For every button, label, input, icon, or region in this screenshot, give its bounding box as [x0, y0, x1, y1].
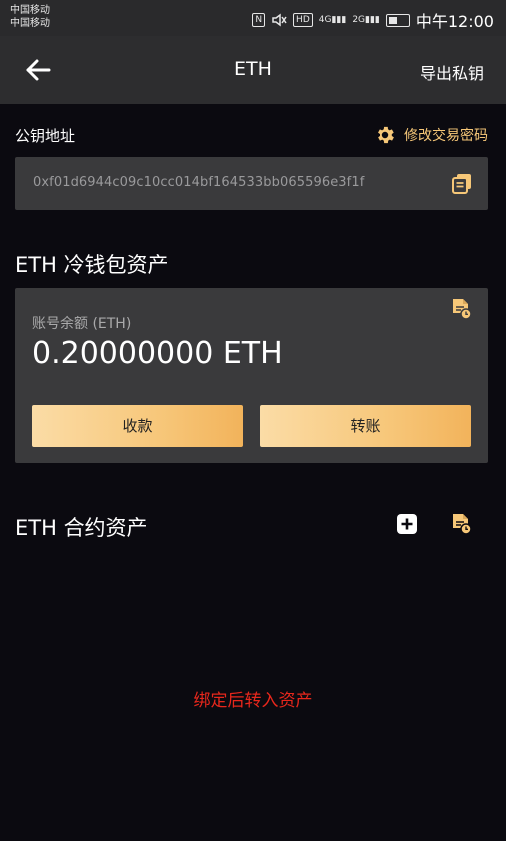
mute-icon — [272, 13, 287, 27]
signal-icon-2: 2G▮▮▮ — [352, 15, 380, 25]
cold-wallet-card: 账号余额 (ETH) 0.20000000 ETH 收款 转账 — [15, 288, 488, 463]
hd-icon: HD — [293, 13, 313, 27]
status-bar: 中国移动 中国移动 N HD 4G▮▮▮ 2G▮▮▮ 中午12:00 — [0, 0, 506, 36]
empty-assets-hint: 绑定后转入资产 — [193, 691, 313, 711]
contract-record-icon[interactable] — [450, 513, 472, 535]
address-box: 0xf01d6944c09c10cc014bf164533bb065596e3f… — [15, 157, 488, 210]
nfc-icon: N — [252, 13, 266, 27]
change-password-label: 修改交易密码 — [404, 128, 488, 144]
wallet-address: 0xf01d6944c09c10cc014bf164533bb065596e3f… — [33, 175, 365, 190]
carrier-info: 中国移动 中国移动 — [10, 4, 50, 30]
public-key-label: 公钥地址 — [15, 127, 76, 145]
add-icon[interactable] — [397, 514, 417, 534]
battery-icon — [385, 13, 410, 27]
signal-icon-1: 4G▮▮▮ — [318, 15, 347, 25]
arrow-left-icon[interactable] — [22, 54, 54, 86]
balance-value: 0.20000000 ETH — [32, 336, 283, 371]
transfer-button[interactable]: 转账 — [260, 405, 471, 447]
status-icons: N HD 4G▮▮▮ 2G▮▮▮ 中午12:00 — [252, 8, 494, 32]
receive-button[interactable]: 收款 — [32, 405, 243, 447]
contract-assets-title: ETH 合约资产 — [15, 516, 148, 540]
cold-wallet-title: ETH 冷钱包资产 — [15, 253, 169, 277]
balance-label: 账号余额 (ETH) — [32, 316, 132, 332]
carrier-1: 中国移动 — [10, 5, 50, 16]
copy-icon[interactable] — [452, 173, 472, 194]
transaction-record-icon[interactable] — [450, 298, 472, 320]
clock: 中午12:00 — [415, 12, 494, 31]
nav-bar: ETH 导出私钥 — [0, 36, 506, 104]
export-private-key-button[interactable]: 导出私钥 — [420, 60, 484, 84]
gear-icon — [378, 126, 394, 144]
change-password-button[interactable]: 修改交易密码 — [374, 124, 488, 146]
carrier-2: 中国移动 — [10, 18, 50, 29]
